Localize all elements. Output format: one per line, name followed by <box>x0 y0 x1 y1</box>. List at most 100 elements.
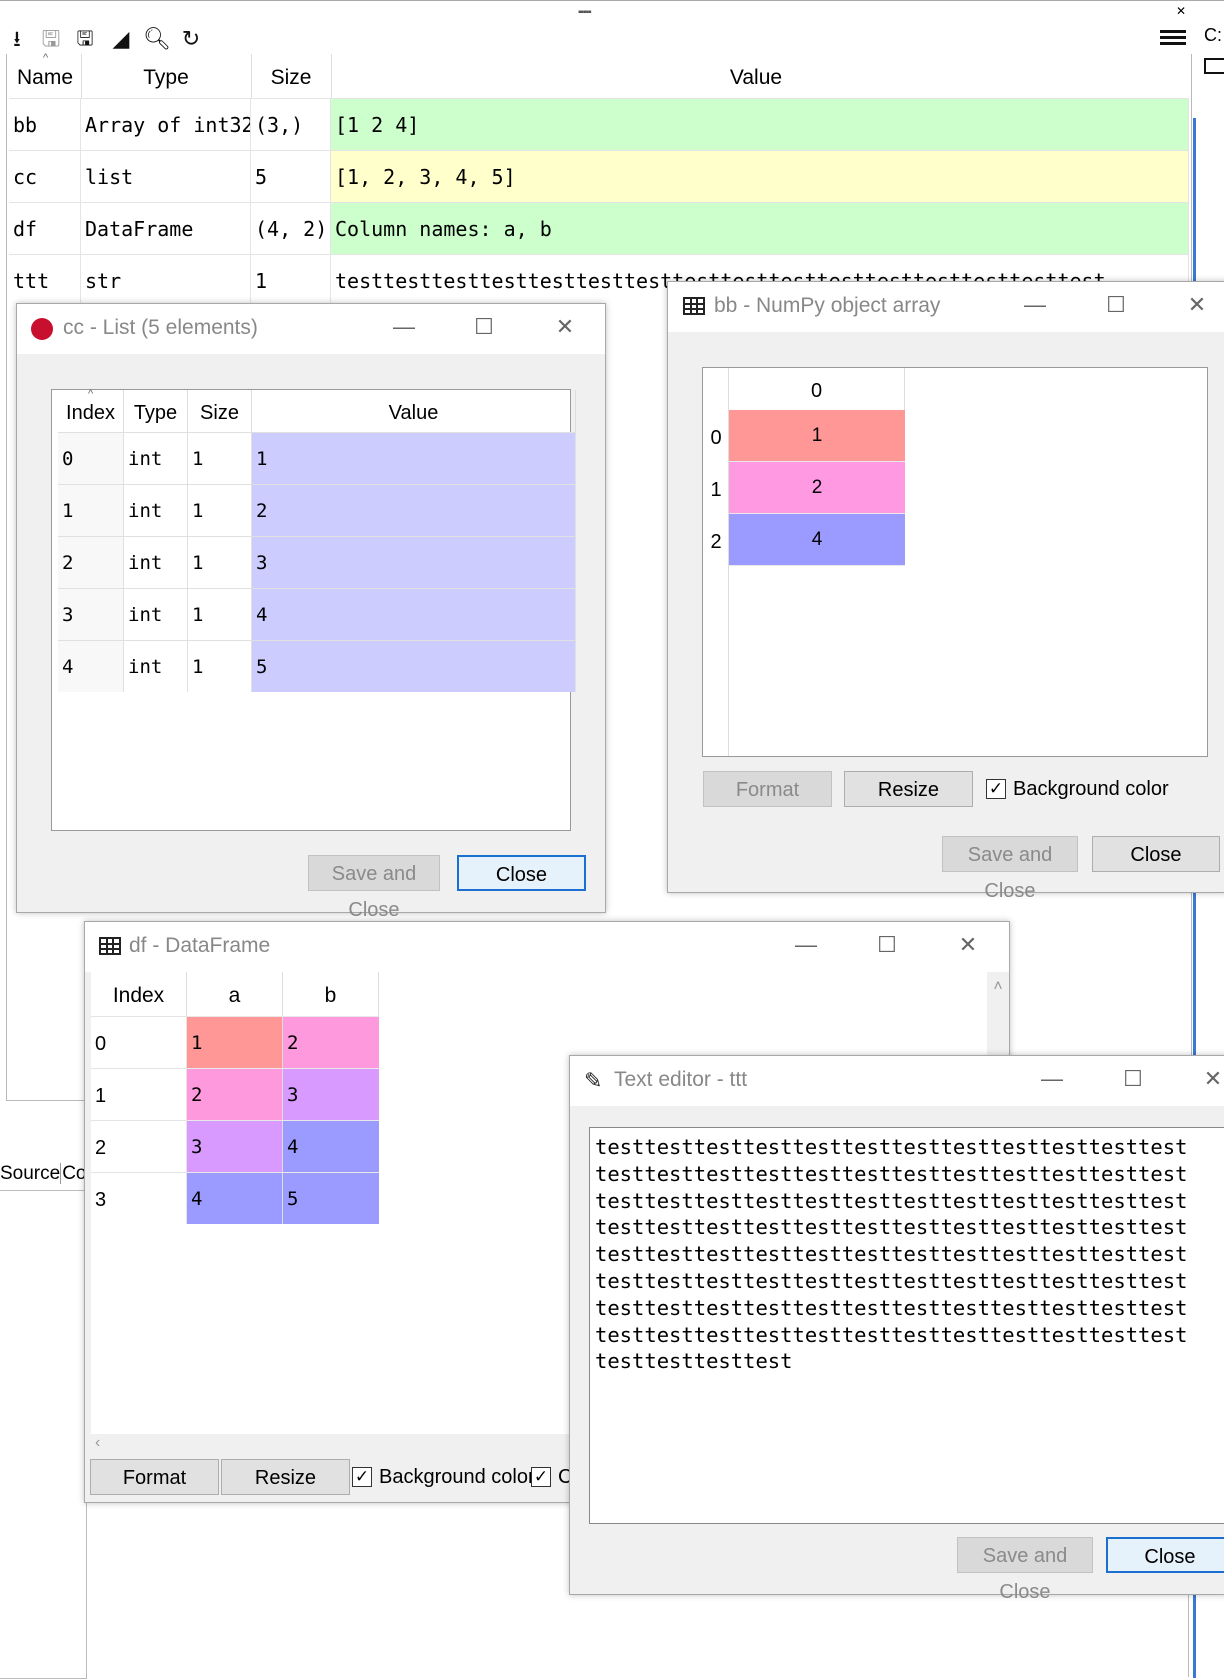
search-icon[interactable]: 🔍︎ <box>143 27 171 51</box>
row-header[interactable]: 0 <box>703 410 729 462</box>
text-editor-window: ✎ Text editor - ttt — ☐ ✕ testtesttestte… <box>569 1055 1224 1603</box>
background-color-label: Background color <box>379 1466 535 1488</box>
df-cell-b: 3 <box>283 1068 379 1120</box>
minimize-icon[interactable]: — <box>389 314 419 340</box>
df-cell-b: 5 <box>283 1172 379 1224</box>
maximize-icon[interactable]: ☐ <box>1118 1066 1148 1092</box>
list-editor-window: cc - List (5 elements) — ☐ ✕ ^ Index Type… <box>16 303 606 921</box>
header-index[interactable]: Index <box>91 972 187 1016</box>
list-cell-type: int <box>124 640 188 692</box>
close-icon[interactable]: ✕ <box>1182 292 1212 318</box>
row-header[interactable]: 1 <box>703 462 729 514</box>
resize-button[interactable]: Resize <box>844 771 973 807</box>
scroll-up-icon[interactable]: ˄ <box>987 978 1009 996</box>
dataframe-editor-titlebar[interactable]: df - DataFrame — ☐ ✕ <box>85 922 1009 972</box>
save-icon[interactable]: 🖫 <box>38 27 64 51</box>
header-type[interactable]: Type <box>124 390 188 432</box>
cell-type: Array of int32 <box>81 99 251 151</box>
df-cell-a: 2 <box>187 1068 283 1120</box>
tab-source[interactable]: Source <box>0 1163 60 1184</box>
header-size[interactable]: Size <box>188 390 252 432</box>
drag-grip-icon[interactable]: ▪▪▪▪▪ <box>578 7 592 18</box>
cell-name: cc <box>9 151 81 203</box>
header-type[interactable]: Type <box>81 54 252 98</box>
scroll-left-icon[interactable]: ‹ <box>95 1434 100 1452</box>
column-min-max-checkbox[interactable]: ✓ <box>531 1467 551 1487</box>
edit-icon: ✎ <box>584 1068 603 1093</box>
background-color-checkbox[interactable]: ✓ <box>352 1467 372 1487</box>
table-row[interactable]: bb Array of int32 (3,) [1 2 4] <box>9 98 1189 151</box>
import-data-icon[interactable]: ⭳ <box>4 27 30 51</box>
text-line: testtesttesttesttesttesttesttesttesttest… <box>595 1135 1188 1159</box>
maximize-icon[interactable]: ☐ <box>872 932 902 958</box>
refresh-icon[interactable]: ↻ <box>178 27 204 51</box>
header-value[interactable]: Value <box>252 390 576 432</box>
working-directory-label: C: <box>1204 25 1222 45</box>
list-cell-size: 1 <box>188 484 252 536</box>
cell-value: Column names: a, b <box>331 203 1189 255</box>
maximize-icon[interactable]: ☐ <box>1101 292 1131 318</box>
minimize-icon[interactable]: — <box>1037 1066 1067 1092</box>
text-line: testtesttesttest <box>595 1349 793 1374</box>
minimize-icon[interactable]: — <box>791 932 821 958</box>
background-color-checkbox[interactable]: ✓ <box>986 779 1006 799</box>
header-index[interactable]: Index <box>58 390 124 432</box>
df-index-cell[interactable]: 1 <box>91 1068 187 1120</box>
column-header-0[interactable]: 0 <box>729 368 905 410</box>
format-button[interactable]: Format <box>90 1459 219 1495</box>
close-button[interactable]: Close <box>1106 1537 1224 1573</box>
df-cell-b: 4 <box>283 1120 379 1172</box>
list-editor-titlebar[interactable]: cc - List (5 elements) — ☐ ✕ <box>17 304 605 354</box>
maximize-icon[interactable]: ☐ <box>469 314 499 340</box>
close-icon[interactable]: ✕ <box>550 314 580 340</box>
table-icon <box>683 297 705 315</box>
table-row[interactable]: df DataFrame (4, 2) Column names: a, b <box>9 202 1189 255</box>
window-icon[interactable] <box>1204 58 1224 74</box>
variable-explorer-toolbar: ▪▪▪▪▪ ✕ ⭳ 🖫 🖫 ◢ 🔍︎ ↻ C: <box>0 0 1224 55</box>
array-editor-titlebar[interactable]: bb - NumPy object array — ☐ ✕ <box>668 282 1224 332</box>
hamburger-menu-icon[interactable] <box>1160 27 1186 49</box>
header-size[interactable]: Size <box>251 54 332 98</box>
list-cell-type: int <box>124 484 188 536</box>
list-cell-index: 3 <box>58 588 124 640</box>
eraser-icon[interactable]: ◢ <box>108 27 134 51</box>
text-editor-titlebar[interactable]: ✎ Text editor - ttt — ☐ ✕ <box>570 1056 1224 1106</box>
header-name[interactable]: Name <box>9 54 82 98</box>
table-row[interactable]: cc list 5 [1, 2, 3, 4, 5] <box>9 150 1189 203</box>
close-icon[interactable]: ✕ <box>1198 1066 1224 1092</box>
close-button[interactable]: Close <box>1092 836 1220 872</box>
pane-close-icon[interactable]: ✕ <box>1176 4 1186 18</box>
cell-size: 1 <box>251 255 331 307</box>
text-editor-area[interactable]: testtesttesttesttesttesttesttesttesttest… <box>589 1127 1224 1524</box>
cell-value: [1, 2, 3, 4, 5] <box>331 151 1189 203</box>
cell-value: [1 2 4] <box>331 99 1189 151</box>
header-value[interactable]: Value <box>331 54 1181 98</box>
resize-button[interactable]: Resize <box>221 1459 350 1495</box>
df-index-cell[interactable]: 0 <box>91 1016 187 1068</box>
text-line: testtesttesttesttesttesttesttesttesttest… <box>595 1215 1188 1240</box>
list-cell-type: int <box>124 536 188 588</box>
minimize-icon[interactable]: — <box>1020 292 1050 318</box>
close-icon[interactable]: ✕ <box>953 932 983 958</box>
save-as-icon[interactable]: 🖫 <box>72 27 98 51</box>
list-cell-value: 1 <box>252 432 576 484</box>
list-cell-index: 0 <box>58 432 124 484</box>
save-and-close-button[interactable]: Save and Close <box>957 1537 1093 1603</box>
save-and-close-button[interactable]: Save and Close <box>942 836 1078 902</box>
df-index-cell[interactable]: 3 <box>91 1172 187 1224</box>
window-title: bb - NumPy object array <box>714 294 941 317</box>
cell-name: df <box>9 203 81 255</box>
save-and-close-button[interactable]: Save and Close <box>308 855 440 921</box>
df-index-cell[interactable]: 2 <box>91 1120 187 1172</box>
close-button[interactable]: Close <box>457 855 586 891</box>
format-button[interactable]: Format <box>703 771 832 807</box>
header-a[interactable]: a <box>187 972 283 1016</box>
df-cell-b: 2 <box>283 1016 379 1068</box>
array-editor-window: bb - NumPy object array — ☐ ✕ 0011224 Fo… <box>667 281 1224 902</box>
source-pane[interactable] <box>0 1190 87 1679</box>
header-b[interactable]: b <box>283 972 379 1016</box>
row-header[interactable]: 2 <box>703 514 729 566</box>
array-cell: 4 <box>729 514 905 566</box>
list-cell-index: 4 <box>58 640 124 692</box>
list-cell-size: 1 <box>188 588 252 640</box>
